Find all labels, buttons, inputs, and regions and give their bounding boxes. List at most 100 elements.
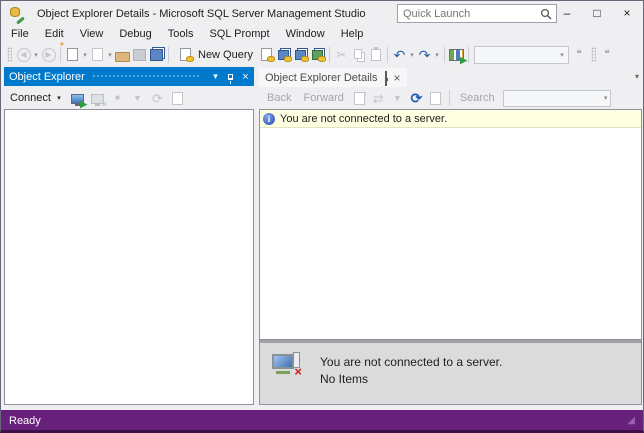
- save-all-icon[interactable]: [148, 46, 165, 63]
- object-explorer-details-panel: Object Explorer Details × ▾ Back Forward…: [259, 67, 642, 405]
- refresh-icon[interactable]: ⟳: [149, 90, 166, 107]
- undo-dropdown-icon[interactable]: ▾: [408, 51, 416, 59]
- object-explorer-toolbar: Connect ▾ ▶ × ■ ▼ ⟳: [4, 86, 254, 109]
- tab-close-icon[interactable]: ×: [394, 71, 401, 85]
- connect-server-icon[interactable]: ▶: [69, 90, 86, 107]
- object-explorer-title-bar[interactable]: Object Explorer ▾ ×: [4, 67, 254, 86]
- info-message: You are not connected to a server.: [280, 113, 447, 125]
- sync-icon[interactable]: ⇄: [370, 90, 387, 107]
- close-button[interactable]: ×: [612, 1, 642, 25]
- menu-help[interactable]: Help: [333, 26, 372, 43]
- database-engine-query-icon[interactable]: [258, 46, 275, 63]
- toolbar-separator: [329, 47, 330, 63]
- new-project-icon[interactable]: *: [64, 46, 81, 63]
- filter-icon[interactable]: ▼: [389, 90, 406, 107]
- standard-toolbar: ◀ ▾ ▶ * ▾ ▾ New Query ✂ ↶ ▾ ↷ ▾ ▶ ▾ ❝: [1, 43, 643, 66]
- resize-grip-icon[interactable]: ◢: [627, 415, 635, 426]
- menu-view[interactable]: View: [72, 26, 112, 43]
- status-text: Ready: [9, 415, 41, 427]
- navigate-back-dropdown-icon[interactable]: ▾: [32, 51, 40, 59]
- xmla-query-icon[interactable]: [309, 46, 326, 63]
- toolbar-grip[interactable]: [591, 47, 596, 62]
- menu-debug[interactable]: Debug: [111, 26, 159, 43]
- undo-icon[interactable]: ↶: [391, 46, 408, 63]
- filter-icon[interactable]: ▼: [129, 90, 146, 107]
- disconnect-server-icon[interactable]: ×: [89, 90, 106, 107]
- menu-bar: File Edit View Debug Tools SQL Prompt Wi…: [1, 26, 643, 43]
- dmx-query-icon[interactable]: [292, 46, 309, 63]
- search-icon: [540, 8, 552, 20]
- open-file-icon[interactable]: [114, 46, 131, 63]
- up-one-level-icon[interactable]: ↑: [351, 90, 368, 107]
- menu-edit[interactable]: Edit: [37, 26, 72, 43]
- stop-icon[interactable]: ■: [109, 90, 126, 107]
- details-document-well: i You are not connected to a server. × Y…: [259, 109, 642, 405]
- toolbar-separator: [387, 47, 388, 63]
- minimize-button[interactable]: –: [552, 1, 582, 25]
- drag-texture: [92, 74, 201, 79]
- info-icon: i: [263, 113, 275, 125]
- save-icon[interactable]: [131, 46, 148, 63]
- script-icon[interactable]: [169, 90, 186, 107]
- main-area: Object Explorer ▾ × Connect ▾ ▶ × ■ ▼ ⟳: [1, 66, 643, 410]
- maximize-button[interactable]: □: [582, 1, 612, 25]
- search-label: Search: [455, 92, 500, 104]
- quick-launch-input[interactable]: [398, 8, 540, 20]
- forward-button[interactable]: Forward: [298, 92, 348, 104]
- mdx-query-icon[interactable]: [275, 46, 292, 63]
- document-tab-strip: Object Explorer Details × ▾: [259, 67, 642, 87]
- object-explorer-tree: [4, 109, 254, 405]
- tab-label: Object Explorer Details: [265, 72, 378, 84]
- details-status-pane: × You are not connected to a server. No …: [260, 343, 641, 404]
- tab-overflow-icon[interactable]: ▾: [635, 72, 639, 81]
- ssms-window: Object Explorer Details - Microsoft SQL …: [0, 0, 644, 433]
- navigate-back-icon[interactable]: ◀: [15, 46, 32, 63]
- redo-dropdown-icon[interactable]: ▾: [433, 51, 441, 59]
- not-connected-line1: You are not connected to a server.: [320, 354, 502, 371]
- redo-icon[interactable]: ↷: [416, 46, 433, 63]
- new-query-button[interactable]: New Query: [172, 45, 258, 65]
- navigate-forward-icon[interactable]: ▶: [40, 46, 57, 63]
- intellisense-icon[interactable]: ❝: [599, 46, 616, 63]
- details-list-area: [260, 128, 641, 339]
- toolbar-separator: [468, 47, 469, 63]
- script-icon[interactable]: [427, 90, 444, 107]
- not-connected-line2: No Items: [320, 371, 502, 388]
- ssms-app-icon: [9, 6, 25, 22]
- tab-object-explorer-details[interactable]: Object Explorer Details ×: [259, 68, 407, 87]
- pin-icon[interactable]: [223, 69, 238, 84]
- activity-monitor-icon[interactable]: ▶: [448, 46, 465, 63]
- template-parameters-icon[interactable]: ❝: [571, 46, 588, 63]
- object-explorer-title: Object Explorer: [9, 71, 85, 83]
- details-toolbar: Back Forward ↑ ⇄ ▼ ⟳ Search ▾: [259, 87, 642, 109]
- back-button[interactable]: Back: [262, 92, 296, 104]
- not-connected-text: You are not connected to a server. No It…: [320, 352, 502, 404]
- close-panel-icon[interactable]: ×: [238, 69, 253, 84]
- status-bar: Ready ◢: [1, 410, 643, 431]
- copy-icon[interactable]: [350, 46, 367, 63]
- window-position-icon[interactable]: ▾: [208, 69, 223, 84]
- menu-file[interactable]: File: [3, 26, 37, 43]
- add-item-icon[interactable]: [89, 46, 106, 63]
- toolbar-grip[interactable]: [7, 47, 12, 62]
- refresh-icon[interactable]: ⟳: [408, 90, 425, 107]
- new-query-icon: [177, 46, 194, 63]
- not-connected-icon: ×: [272, 352, 304, 378]
- cut-icon[interactable]: ✂: [333, 46, 350, 63]
- tab-pin-icon[interactable]: [385, 72, 387, 84]
- menu-tools[interactable]: Tools: [160, 26, 202, 43]
- menu-window[interactable]: Window: [278, 26, 333, 43]
- toolbar-combobox[interactable]: ▾: [474, 46, 569, 64]
- connect-label: Connect: [10, 92, 51, 104]
- connect-button[interactable]: Connect ▾: [7, 92, 66, 104]
- toolbar-separator: [444, 47, 445, 63]
- quick-launch-box[interactable]: [397, 4, 557, 23]
- new-project-dropdown-icon[interactable]: ▾: [81, 51, 89, 59]
- connect-dropdown-icon: ▾: [55, 94, 63, 102]
- paste-icon[interactable]: [367, 46, 384, 63]
- search-combobox[interactable]: ▾: [503, 90, 611, 107]
- window-controls: – □ ×: [552, 1, 642, 25]
- add-item-dropdown-icon[interactable]: ▾: [106, 51, 114, 59]
- title-bar: Object Explorer Details - Microsoft SQL …: [1, 1, 643, 26]
- menu-sql-prompt[interactable]: SQL Prompt: [201, 26, 277, 43]
